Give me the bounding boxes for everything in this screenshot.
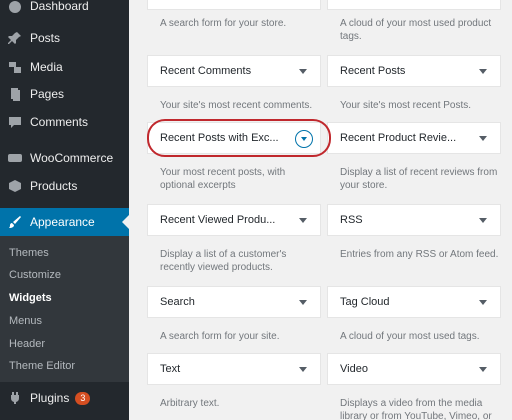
menu-comments-label: Comments: [30, 115, 89, 129]
widget-recent-posts[interactable]: Recent Posts: [327, 55, 501, 87]
widget-title: RSS: [340, 214, 363, 226]
widget-desc: Arbitrary text.: [160, 398, 220, 409]
widget-product-tag-cloud[interactable]: [327, 0, 501, 10]
widget-desc: Display a list of a customer's recently …: [160, 249, 287, 273]
current-menu-arrow: [122, 215, 129, 229]
widget-title: Tag Cloud: [340, 296, 390, 308]
widget-desc: Your site's most recent comments.: [160, 100, 313, 111]
widget-desc: Your site's most recent Posts.: [340, 100, 472, 111]
widget-text[interactable]: Text: [147, 353, 321, 385]
widget-recent-product-reviews[interactable]: Recent Product Revie...: [327, 122, 501, 154]
plugins-update-badge: 3: [75, 391, 91, 405]
chevron-down-icon[interactable]: [299, 218, 307, 223]
widget-search[interactable]: Search: [147, 286, 321, 318]
widget-desc: A search form for your store.: [160, 18, 287, 29]
menu-posts-label: Posts: [30, 31, 61, 45]
submenu-header[interactable]: Header: [9, 338, 45, 350]
submenu-themes[interactable]: Themes: [9, 247, 49, 259]
pin-icon: [8, 31, 22, 45]
submenu-menus[interactable]: Menus: [9, 315, 42, 327]
widget-title: Recent Viewed Produ...: [160, 214, 276, 226]
widget-title: Video: [340, 363, 368, 375]
widget-title: Recent Posts with Exc...: [160, 132, 279, 144]
widget-recent-comments[interactable]: Recent Comments: [147, 55, 321, 87]
widget-video[interactable]: Video: [327, 353, 501, 385]
widget-title: Recent Product Revie...: [340, 132, 457, 144]
menu-pages[interactable]: Pages: [0, 85, 129, 103]
widget-recent-viewed-products[interactable]: Recent Viewed Produ...: [147, 204, 321, 236]
pages-icon: [8, 87, 22, 101]
widget-desc: Display a list of recent reviews from yo…: [340, 167, 498, 191]
chevron-down-icon[interactable]: [299, 69, 307, 74]
chevron-down-icon[interactable]: [299, 367, 307, 372]
menu-plugins[interactable]: Plugins 3: [0, 389, 129, 407]
submenu-widgets[interactable]: Widgets: [9, 292, 52, 304]
chevron-down-icon[interactable]: [479, 218, 487, 223]
menu-media-label: Media: [30, 60, 63, 74]
woocommerce-icon: [8, 151, 22, 165]
box-icon: [8, 179, 22, 193]
widget-title: Recent Comments: [160, 65, 252, 77]
widget-desc: Displays a video from the media library …: [340, 398, 492, 420]
widget-desc: A cloud of your most used tags.: [340, 331, 480, 342]
paintbrush-icon: [8, 215, 22, 229]
dashboard-icon: [8, 0, 22, 13]
chevron-down-icon[interactable]: [299, 300, 307, 305]
media-icon: [8, 60, 22, 74]
menu-dashboard[interactable]: Dashboard: [0, 0, 129, 15]
menu-woocommerce[interactable]: WooCommerce: [0, 149, 129, 167]
chevron-down-icon[interactable]: [479, 367, 487, 372]
submenu-theme-editor[interactable]: Theme Editor: [9, 360, 75, 372]
menu-woocommerce-label: WooCommerce: [30, 151, 114, 165]
menu-plugins-label: Plugins: [30, 391, 70, 405]
menu-pages-label: Pages: [30, 87, 65, 101]
expand-toggle-icon[interactable]: [295, 130, 313, 148]
menu-products-label: Products: [30, 179, 78, 193]
admin-sidebar: Dashboard Posts Media Pages Comments Woo…: [0, 0, 129, 420]
menu-appearance-label: Appearance: [30, 215, 95, 229]
widget-desc: Entries from any RSS or Atom feed.: [340, 249, 499, 260]
widget-desc: A cloud of your most used product tags.: [340, 18, 492, 42]
widget-rss[interactable]: RSS: [327, 204, 501, 236]
comment-icon: [8, 115, 22, 129]
appearance-submenu: Themes Customize Widgets Menus Header Th…: [0, 236, 129, 382]
menu-comments[interactable]: Comments: [0, 113, 129, 131]
widget-tag-cloud[interactable]: Tag Cloud: [327, 286, 501, 318]
widget-title: Search: [160, 296, 195, 308]
widget-title: Text: [160, 363, 181, 375]
menu-media[interactable]: Media: [0, 58, 129, 76]
menu-posts[interactable]: Posts: [0, 31, 129, 45]
widget-desc: Your most recent posts, with optional ex…: [160, 167, 286, 191]
menu-dashboard-label: Dashboard: [30, 0, 89, 13]
chevron-down-icon[interactable]: [479, 300, 487, 305]
chevron-down-icon[interactable]: [479, 136, 487, 141]
widget-title: Recent Posts: [340, 65, 406, 77]
chevron-down-icon[interactable]: [479, 69, 487, 74]
widget-desc: A search form for your site.: [160, 331, 280, 342]
plug-icon: [8, 391, 22, 405]
submenu-customize[interactable]: Customize: [9, 269, 61, 281]
menu-products[interactable]: Products: [0, 177, 129, 195]
widget-product-search[interactable]: [147, 0, 321, 10]
menu-appearance[interactable]: Appearance: [0, 208, 129, 236]
widget-recent-posts-excerpts[interactable]: Recent Posts with Exc...: [147, 122, 321, 154]
